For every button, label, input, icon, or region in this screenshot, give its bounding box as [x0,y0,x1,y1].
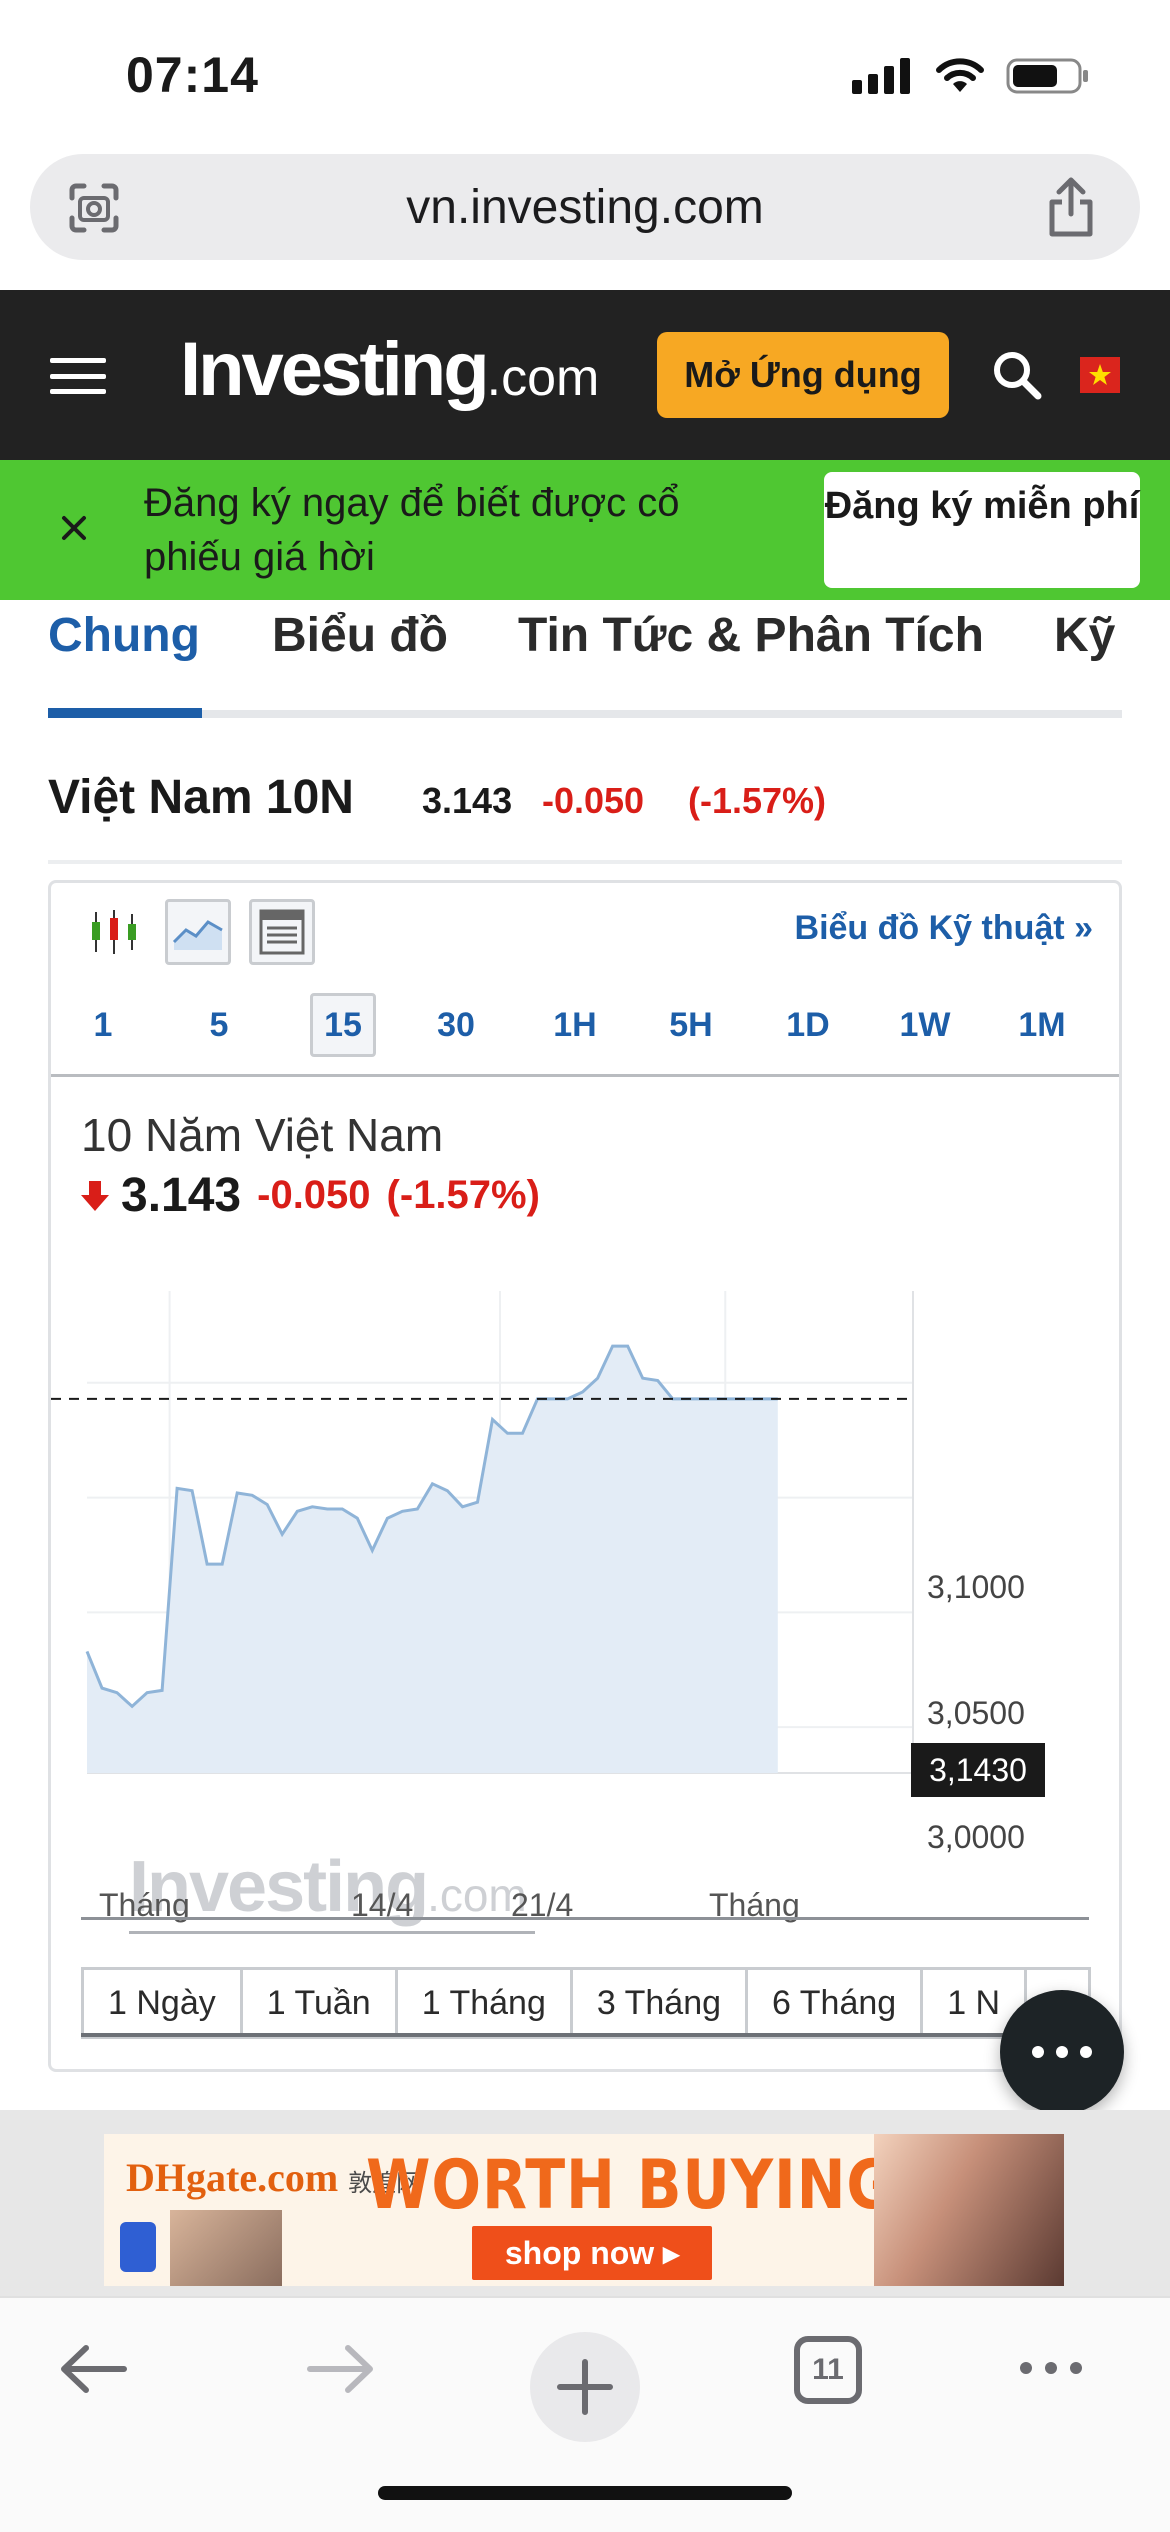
logo-main: Investing [180,327,490,412]
plus-icon [557,2359,613,2415]
interval-15[interactable]: 15 [310,993,376,1057]
battery-icon [1006,58,1088,94]
down-arrow-icon [81,1180,109,1211]
chart-change: -0.050 [257,1173,371,1217]
signup-button[interactable]: Đăng ký miễn phí [824,472,1140,588]
ad-container: DHgate.com 敦煌网 WORTH BUYING LIST shop no… [0,2110,1170,2296]
interval-1[interactable]: 1 [70,993,136,1057]
new-tab-button[interactable] [530,2332,640,2442]
interval-1w[interactable]: 1W [892,993,958,1057]
candlestick-icon [92,910,136,954]
open-app-button[interactable]: Mở Ứng dụng [657,332,949,418]
divider [81,1917,1089,1920]
interval-5h[interactable]: 5H [658,993,724,1057]
more-options-button[interactable] [1000,1990,1124,2114]
dot [1080,2046,1092,2058]
y-tick-label: 3,0500 [927,1695,1025,1731]
instrument-price: 3.143 [422,780,513,821]
tab-technical[interactable]: Kỹ [1054,608,1115,663]
chart-type-tools [81,899,315,965]
home-indicator [378,2486,792,2500]
range-selector: 1 Ngày 1 Tuần 1 Tháng 3 Tháng 6 Tháng 1 … [81,1967,1091,2039]
active-tab-indicator [48,708,202,718]
chart-card: Biểu đồ Kỹ thuật » 1 5 15 30 1H 5H 1D 1W… [48,880,1122,2072]
vietnam-flag-icon[interactable] [1080,357,1120,393]
signup-banner: Đăng ký ngay để biết được cổ phiếu giá h… [0,460,1170,600]
interval-30[interactable]: 30 [423,993,489,1057]
table-view-icon [259,909,305,955]
tab-general[interactable]: Chung [48,608,200,663]
double-chevron-right-icon: » [1074,909,1093,947]
chart-title: 10 Năm Việt Nam [81,1109,444,1161]
interval-1m[interactable]: 1M [1009,993,1075,1057]
last-price-tag: 3,1430 [911,1743,1045,1797]
cellular-signal-icon [852,58,910,94]
area-chart-button[interactable] [165,899,231,965]
menu-icon[interactable] [50,358,106,394]
signup-text: Đăng ký ngay để biết được cổ phiếu giá h… [144,481,680,579]
url-text[interactable]: vn.investing.com [30,180,1140,235]
instrument-change-pct: (-1.57%) [688,780,827,821]
forward-icon[interactable] [304,2338,376,2400]
ad-image-left [170,2210,282,2286]
range-1-week[interactable]: 1 Tuần [243,1970,398,2036]
candlestick-chart-button[interactable] [81,899,147,965]
share-icon[interactable] [1044,176,1098,238]
dot [1032,2046,1044,2058]
search-icon[interactable] [990,348,1044,402]
site-header: Investing.com Mở Ứng dụng [0,290,1170,460]
ad-banner[interactable]: DHgate.com 敦煌网 WORTH BUYING LIST shop no… [104,2134,1064,2286]
range-underline [81,2033,1091,2037]
range-1-month[interactable]: 1 Tháng [398,1970,573,2036]
area-chart-icon [172,920,223,950]
range-3-months[interactable]: 3 Tháng [573,1970,749,2036]
chart-price-row: 3.143 -0.050 (-1.57%) [81,1168,540,1223]
logo-suffix: .com [486,349,600,407]
dot [1056,2046,1068,2058]
tabs-overview-button[interactable]: 11 [794,2336,862,2404]
technical-chart-link[interactable]: Biểu đồ Kỹ thuật » [795,909,1093,948]
back-icon[interactable] [58,2338,130,2400]
ad-shop-button[interactable]: shop now ▸ [472,2226,712,2280]
tab-news-analysis[interactable]: Tin Tức & Phân Tích [518,608,984,663]
investing-logo[interactable]: Investing.com [180,326,599,413]
tab-chart[interactable]: Biểu đồ [272,608,448,663]
y-tick-label: 3,0000 [927,1819,1025,1855]
wifi-icon [936,58,984,92]
chart-price: 3.143 [121,1169,242,1222]
interval-1h[interactable]: 1H [542,993,608,1057]
instrument-name: Việt Nam 10N [48,771,354,824]
status-time: 07:14 [126,47,259,103]
watermark-underline [129,1931,535,1934]
status-icons [852,56,1090,96]
interval-selector: 1 5 15 30 1H 5H 1D 1W 1M [51,983,1119,1077]
y-tick-label: 3,1000 [927,1569,1025,1605]
interval-1d[interactable]: 1D [775,993,841,1057]
range-1-day[interactable]: 1 Ngày [84,1970,243,2036]
instrument-change: -0.050 [542,780,645,821]
tab-track [48,710,1122,718]
table-view-button[interactable] [249,899,315,965]
section-tabs: Chung Biểu đồ Tin Tức & Phân Tích Kỹ [0,600,1170,720]
area-fill [87,1346,778,1773]
price-chart[interactable]: Investing.com 3,1430 3,0000 3,0500 3,100… [51,1263,1119,1934]
more-icon[interactable] [1016,2358,1086,2378]
address-bar[interactable]: vn.investing.com [30,154,1140,260]
interval-5[interactable]: 5 [186,993,252,1057]
ad-brand-name: DHgate.com [126,2155,339,2200]
range-6-months[interactable]: 6 Tháng [748,1970,924,2036]
ad-badge [120,2222,156,2272]
divider [48,860,1122,864]
ad-image-right [874,2134,1064,2286]
status-bar: 07:14 [0,0,1170,150]
close-icon[interactable] [56,510,92,546]
chart-change-pct: (-1.57%) [386,1173,540,1217]
technical-chart-label: Biểu đồ Kỹ thuật [794,909,1065,947]
